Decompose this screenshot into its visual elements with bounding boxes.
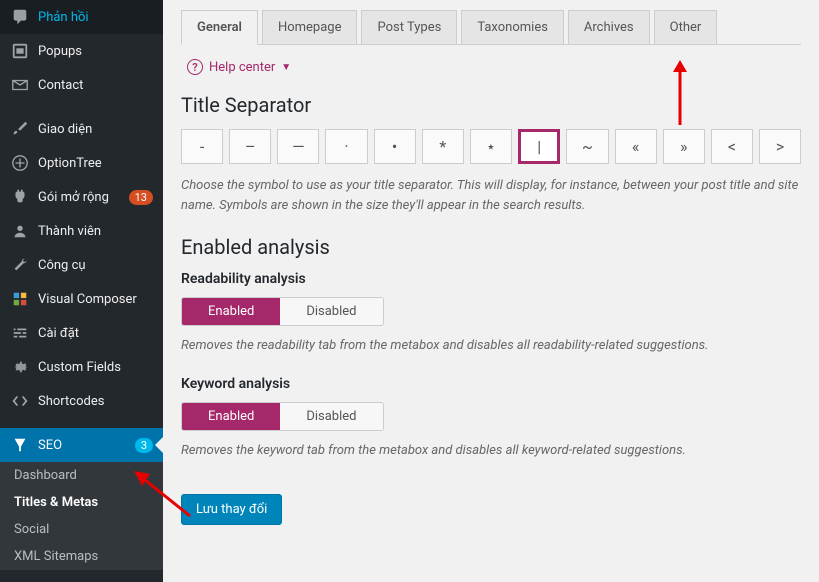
sidebar-item-label: Popups xyxy=(38,44,153,59)
sep-pipe[interactable]: | xyxy=(518,129,560,164)
title-separator-desc: Choose the symbol to use as your title s… xyxy=(181,176,801,215)
plugin-count-badge: 13 xyxy=(129,190,153,205)
sidebar-item-label: Cài đặt xyxy=(38,326,153,341)
sep-gt[interactable]: > xyxy=(759,129,801,164)
keyword-desc: Removes the keyword tab from the metabox… xyxy=(181,441,801,461)
submenu-titles-metas[interactable]: Titles & Metas xyxy=(0,489,163,516)
sidebar-item-shortcodes[interactable]: Shortcodes xyxy=(0,384,163,418)
sidebar-item-label: Thành viên xyxy=(38,224,153,239)
sep-tilde[interactable]: ~ xyxy=(566,129,608,164)
tab-taxonomies[interactable]: Taxonomies xyxy=(461,10,564,44)
user-icon xyxy=(10,221,30,241)
sep-laquo[interactable]: « xyxy=(615,129,657,164)
mail-icon xyxy=(10,75,30,95)
sidebar-item-feedback[interactable]: Phản hồi xyxy=(0,0,163,34)
sep-star[interactable]: ⋆ xyxy=(470,129,512,164)
sliders-icon xyxy=(10,323,30,343)
enabled-analysis-heading: Enabled analysis xyxy=(181,235,801,259)
readability-enabled-button[interactable]: Enabled xyxy=(182,298,280,325)
keyword-disabled-button[interactable]: Disabled xyxy=(280,403,382,430)
sep-raquo[interactable]: » xyxy=(663,129,705,164)
sidebar-item-label: Gói mở rộng xyxy=(38,190,125,205)
keyword-label: Keyword analysis xyxy=(181,376,801,392)
sidebar-item-settings[interactable]: Cài đặt xyxy=(0,316,163,350)
sidebar-item-popups[interactable]: Popups xyxy=(0,34,163,68)
sidebar-item-tools[interactable]: Công cụ xyxy=(0,248,163,282)
tab-homepage[interactable]: Homepage xyxy=(262,10,358,44)
sidebar-item-label: Shortcodes xyxy=(38,394,153,409)
tabs: General Homepage Post Types Taxonomies A… xyxy=(181,10,801,45)
sidebar-item-optiontree[interactable]: OptionTree xyxy=(0,146,163,180)
sidebar-item-label: OptionTree xyxy=(38,156,153,171)
tab-archives[interactable]: Archives xyxy=(568,10,650,44)
help-center-toggle[interactable]: ? Help center ▼ xyxy=(187,59,801,75)
sep-ndash[interactable]: – xyxy=(229,129,271,164)
plugin-icon xyxy=(10,187,30,207)
readability-label: Readability analysis xyxy=(181,271,801,287)
sep-asterisk[interactable]: * xyxy=(422,129,464,164)
sidebar-item-visual-composer[interactable]: Visual Composer xyxy=(0,282,163,316)
sep-mdash[interactable]: — xyxy=(277,129,319,164)
title-separator-heading: Title Separator xyxy=(181,93,801,117)
seo-count-badge: 3 xyxy=(135,438,153,453)
brush-icon xyxy=(10,119,30,139)
submenu-social[interactable]: Social xyxy=(0,516,163,543)
sidebar-item-label: Công cụ xyxy=(38,258,153,273)
sidebar-item-contact[interactable]: Contact xyxy=(0,68,163,102)
sidebar-item-custom-fields[interactable]: Custom Fields xyxy=(0,350,163,384)
caret-down-icon: ▼ xyxy=(281,62,291,73)
sep-middot[interactable]: · xyxy=(325,129,367,164)
sidebar-item-users[interactable]: Thành viên xyxy=(0,214,163,248)
keyword-enabled-button[interactable]: Enabled xyxy=(182,403,280,430)
sidebar-item-appearance[interactable]: Giao diện xyxy=(0,112,163,146)
optiontree-icon xyxy=(10,153,30,173)
sidebar-item-seo[interactable]: SEO 3 xyxy=(0,428,163,462)
vc-icon xyxy=(10,289,30,309)
sep-dash[interactable]: - xyxy=(181,129,223,164)
main-content: General Homepage Post Types Taxonomies A… xyxy=(163,0,819,582)
seo-submenu: Dashboard Titles & Metas Social XML Site… xyxy=(0,462,163,570)
tab-post-types[interactable]: Post Types xyxy=(361,10,457,44)
submenu-dashboard[interactable]: Dashboard xyxy=(0,462,163,489)
sidebar-item-label: Contact xyxy=(38,78,153,93)
submenu-xml-sitemaps[interactable]: XML Sitemaps xyxy=(0,543,163,570)
sidebar-item-plugins[interactable]: Gói mở rộng 13 xyxy=(0,180,163,214)
sep-lt[interactable]: < xyxy=(711,129,753,164)
tab-other[interactable]: Other xyxy=(654,10,718,44)
readability-disabled-button[interactable]: Disabled xyxy=(280,298,382,325)
readability-toggle: Enabled Disabled xyxy=(181,297,384,326)
sidebar-item-label: SEO xyxy=(38,438,131,453)
sidebar-item-label: Giao diện xyxy=(38,122,153,137)
keyword-toggle: Enabled Disabled xyxy=(181,402,384,431)
save-button[interactable]: Lưu thay đổi xyxy=(181,494,282,525)
sep-bullet[interactable]: • xyxy=(374,129,416,164)
admin-sidebar: Phản hồi Popups Contact Giao diện Option… xyxy=(0,0,163,582)
code-icon xyxy=(10,391,30,411)
sidebar-item-label: Custom Fields xyxy=(38,360,153,375)
yoast-icon xyxy=(10,435,30,455)
popup-icon xyxy=(10,41,30,61)
sidebar-item-label: Visual Composer xyxy=(38,292,153,307)
help-center-label: Help center xyxy=(209,60,275,75)
gear-icon xyxy=(10,357,30,377)
readability-desc: Removes the readability tab from the met… xyxy=(181,336,801,356)
wrench-icon xyxy=(10,255,30,275)
separator-options: - – — · • * ⋆ | ~ « » < > xyxy=(181,129,801,164)
help-icon: ? xyxy=(187,59,203,75)
sidebar-item-label: Phản hồi xyxy=(38,10,153,25)
tab-general[interactable]: General xyxy=(181,10,258,45)
comment-icon xyxy=(10,7,30,27)
